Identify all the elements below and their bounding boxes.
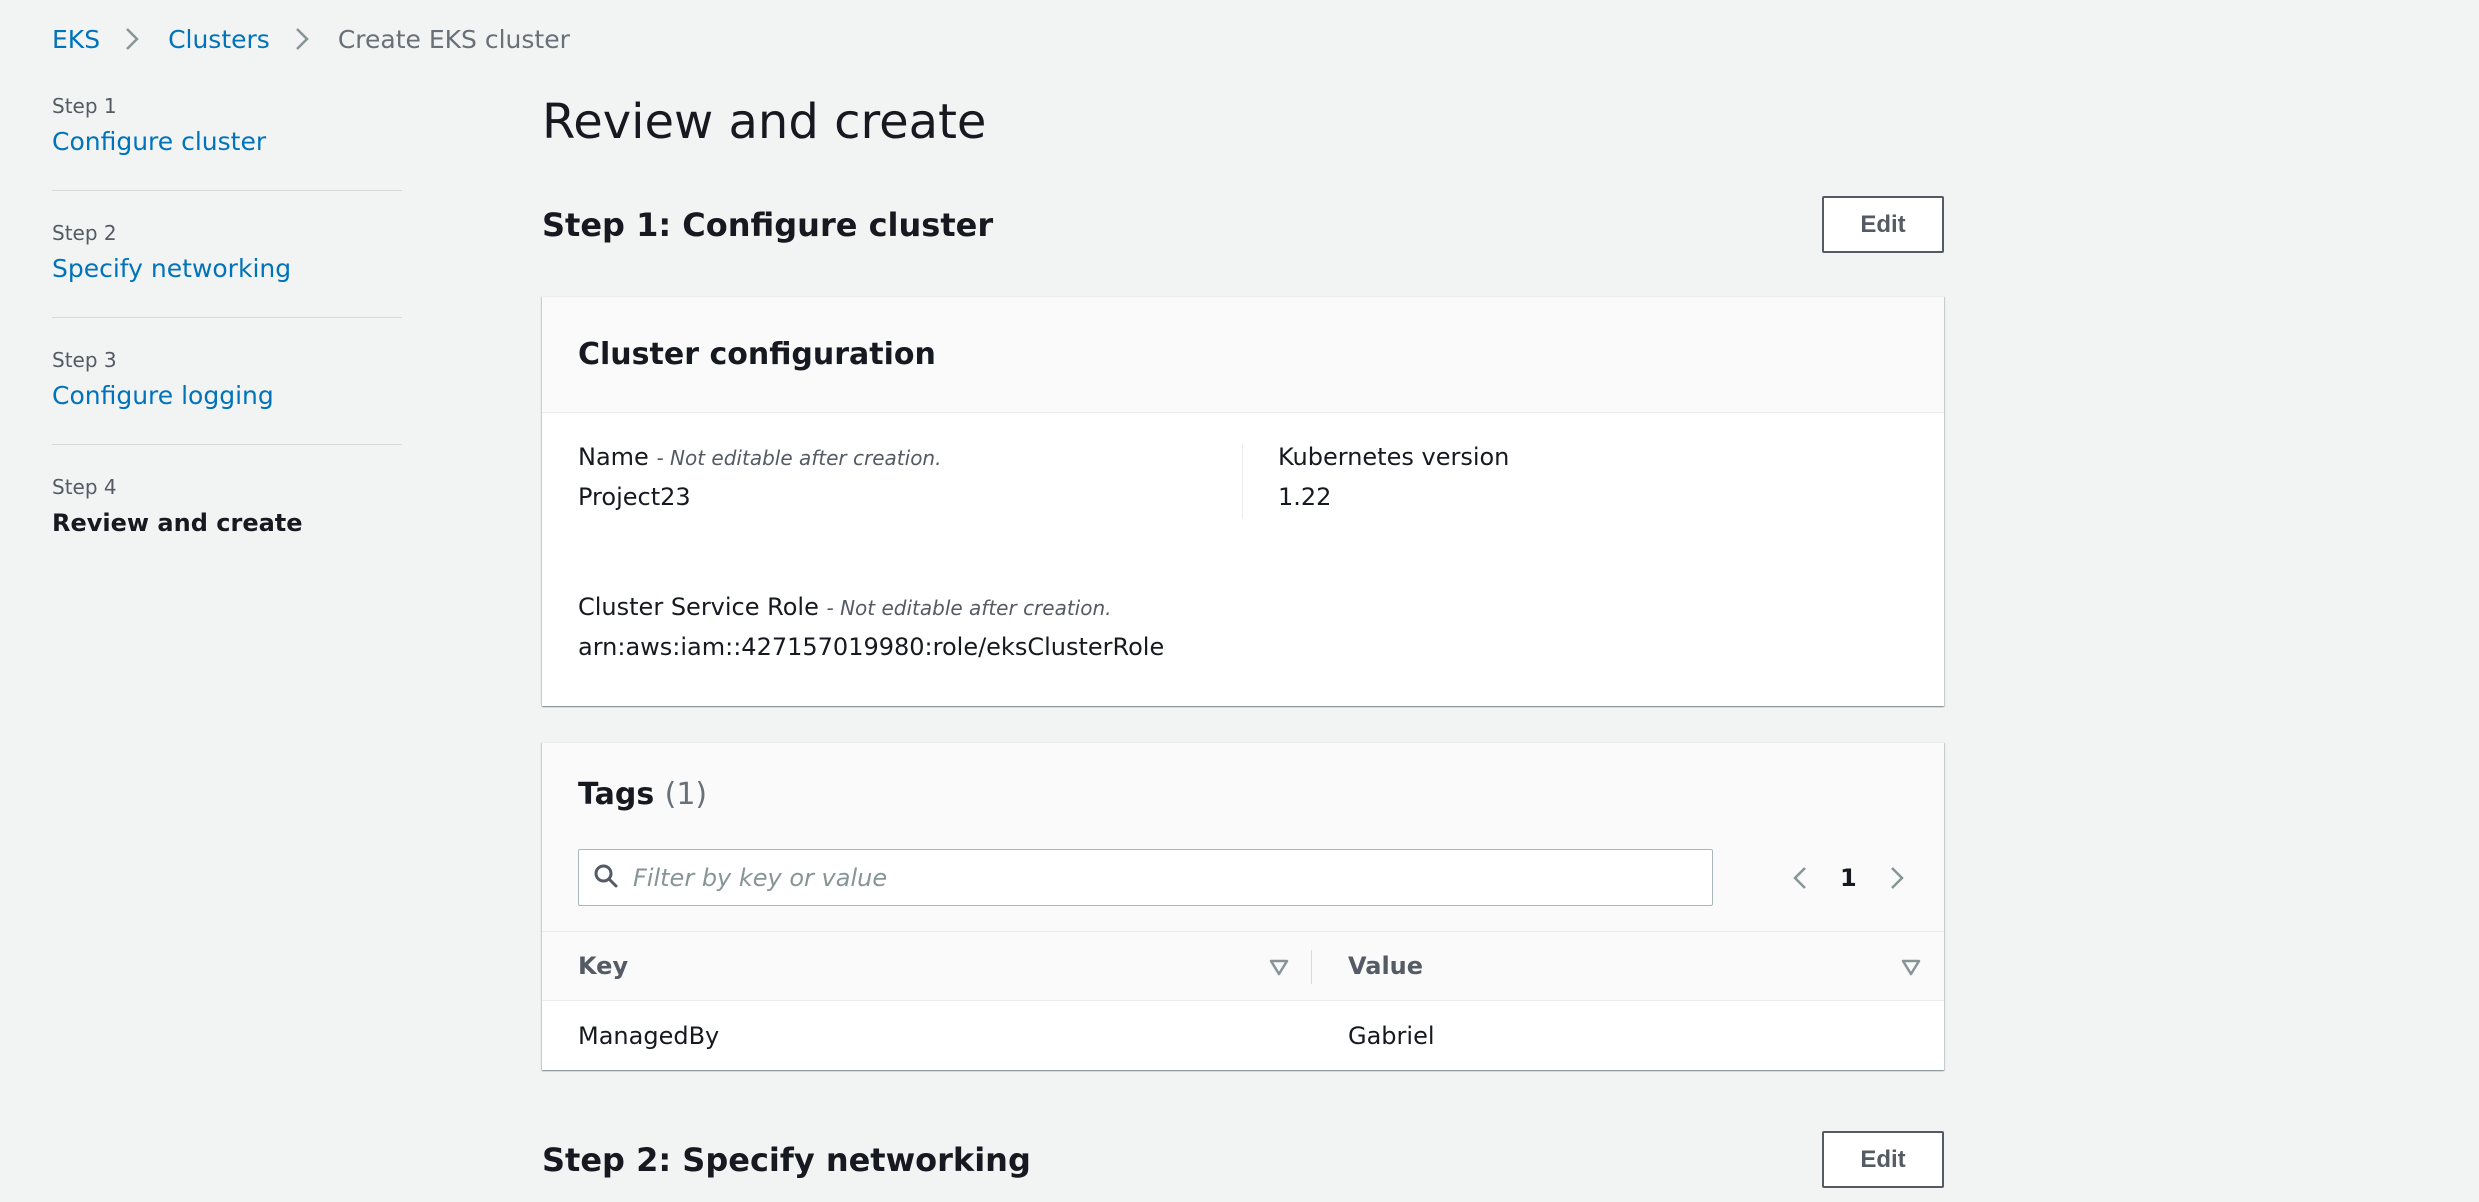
tags-count: (1) [664, 777, 708, 812]
breadcrumb-clusters[interactable]: Clusters [168, 25, 270, 54]
wizard-steps-nav: Step 1 Configure cluster Step 2 Specify … [52, 92, 402, 599]
tags-filter[interactable] [578, 849, 1713, 906]
breadcrumb-eks[interactable]: EKS [52, 25, 100, 54]
name-value: Project23 [578, 483, 691, 511]
name-note: - Not editable after creation. [656, 446, 942, 470]
cluster-service-role-field: Cluster Service Role - Not editable afte… [578, 593, 1878, 661]
chevron-right-icon[interactable] [1877, 858, 1917, 898]
step1-section-header: Step 1: Configure cluster Edit [542, 196, 1944, 253]
breadcrumb-current: Create EKS cluster [337, 24, 570, 54]
chevron-left-icon[interactable] [1780, 858, 1820, 898]
tags-title: Tags (1) [578, 777, 707, 812]
column-divider [1242, 443, 1243, 519]
step1-edit-button[interactable]: Edit [1822, 196, 1944, 253]
step-current-review-and-create: Review and create [52, 509, 303, 537]
tag-value-cell: Gabriel [1348, 1022, 1435, 1050]
table-row: ManagedBy Gabriel [542, 1001, 1944, 1071]
step-number: Step 4 [52, 475, 117, 499]
step2-edit-button[interactable]: Edit [1822, 1131, 1944, 1188]
wizard-step-1: Step 1 Configure cluster [52, 92, 402, 191]
breadcrumb: EKS Clusters Create EKS cluster [52, 22, 570, 56]
cluster-configuration-title: Cluster configuration [578, 337, 936, 372]
search-icon [593, 863, 619, 893]
tags-card: Tags (1) 1 [542, 742, 1944, 1070]
step-link-configure-logging[interactable]: Configure logging [52, 378, 402, 414]
step2-section-title: Step 2: Specify networking [542, 1140, 1031, 1179]
chevron-right-icon [294, 24, 310, 54]
sort-icon[interactable] [1268, 956, 1290, 978]
kubernetes-version-label: Kubernetes version [1278, 443, 1510, 471]
name-field: Name - Not editable after creation. Proj… [578, 443, 1218, 511]
tags-table-header: Key Value [542, 931, 1944, 1001]
tags-pagination: 1 [1780, 849, 1917, 906]
current-page-number[interactable]: 1 [1840, 864, 1857, 892]
tags-table: Key Value ManagedBy Gabriel [542, 931, 1944, 1071]
step-number: Step 3 [52, 348, 117, 372]
sort-icon[interactable] [1900, 956, 1922, 978]
wizard-step-2: Step 2 Specify networking [52, 219, 402, 318]
step-link-specify-networking[interactable]: Specify networking [52, 251, 402, 287]
tag-key-cell: ManagedBy [578, 1022, 720, 1050]
cluster-service-role-value: arn:aws:iam::427157019980:role/eksCluste… [578, 633, 1165, 661]
name-label: Name [578, 443, 649, 471]
kubernetes-version-field: Kubernetes version 1.22 [1278, 443, 1878, 511]
wizard-step-4: Step 4 Review and create [52, 473, 402, 571]
page-title: Review and create [542, 94, 987, 150]
cluster-configuration-details: Name - Not editable after creation. Proj… [542, 413, 1944, 707]
column-header-key[interactable]: Key [542, 932, 1312, 1000]
step1-section-title: Step 1: Configure cluster [542, 205, 994, 244]
step-link-configure-cluster[interactable]: Configure cluster [52, 124, 402, 160]
step-number: Step 1 [52, 94, 117, 118]
step-number: Step 2 [52, 221, 117, 245]
tags-title-text: Tags [578, 777, 655, 812]
kubernetes-version-value: 1.22 [1278, 483, 1332, 511]
step2-section-header: Step 2: Specify networking Edit [542, 1131, 1944, 1188]
cluster-configuration-card: Cluster configuration Name - Not editabl… [542, 296, 1944, 706]
chevron-right-icon [124, 24, 140, 54]
column-header-value[interactable]: Value [1312, 932, 1944, 1000]
cluster-configuration-header: Cluster configuration [542, 297, 1944, 413]
cluster-service-role-note: - Not editable after creation. [826, 596, 1112, 620]
tags-header: Tags (1) 1 [542, 743, 1944, 931]
cluster-service-role-label: Cluster Service Role [578, 593, 819, 621]
wizard-step-3: Step 3 Configure logging [52, 346, 402, 445]
tags-filter-input[interactable] [633, 863, 1683, 892]
page: EKS Clusters Create EKS cluster Step 1 C… [0, 0, 2479, 1202]
